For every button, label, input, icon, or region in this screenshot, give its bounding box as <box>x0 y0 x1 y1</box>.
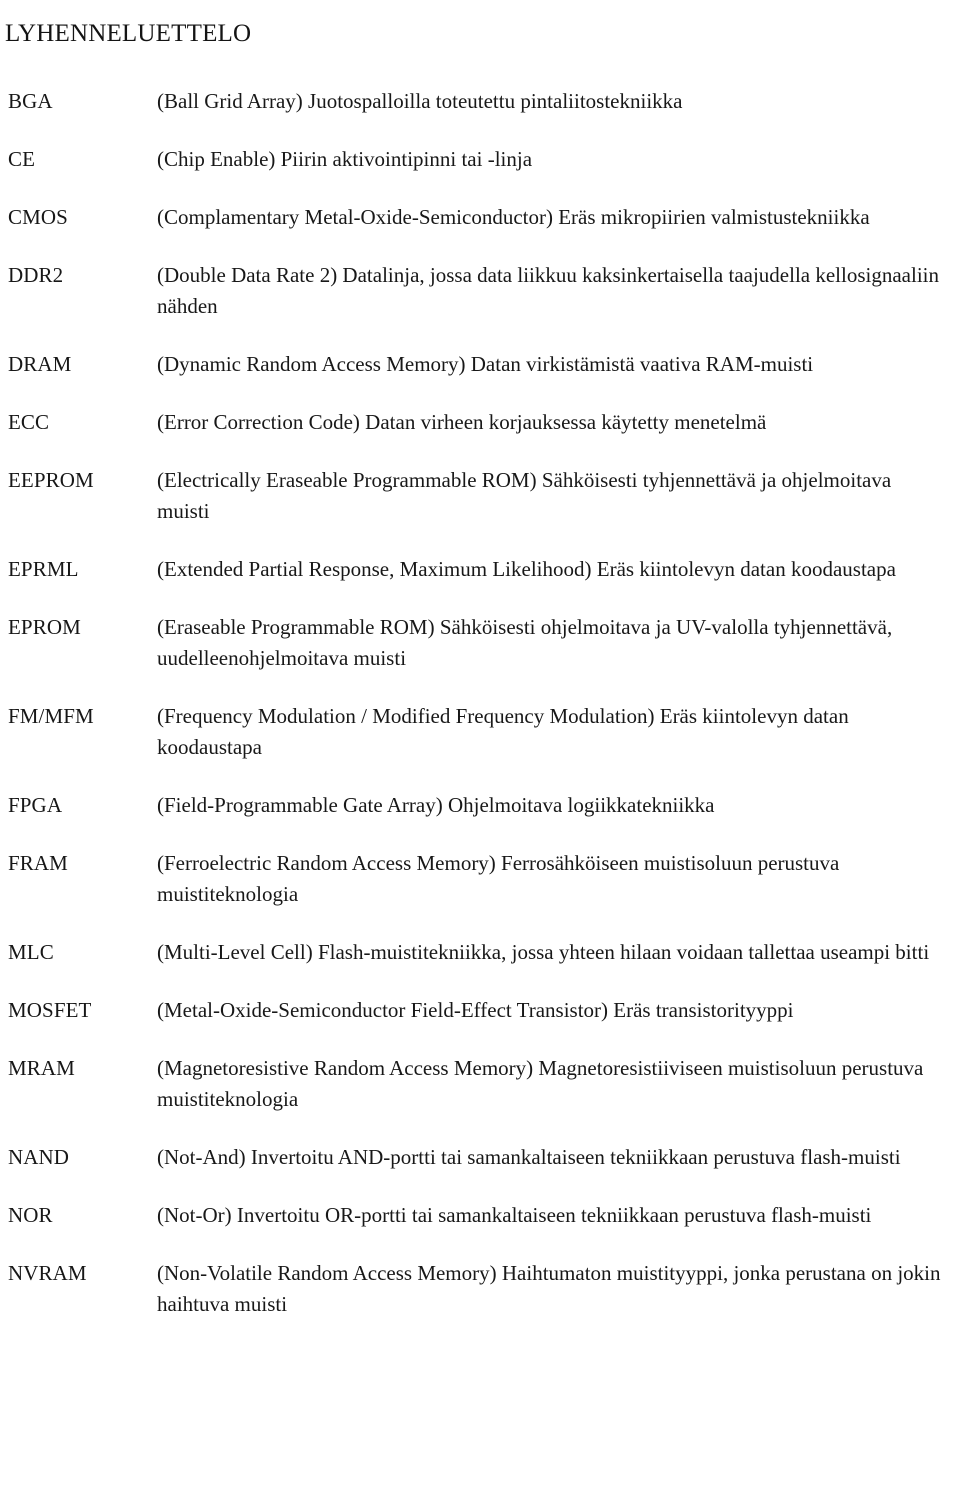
glossary-entry: DRAM (Dynamic Random Access Memory) Datan… <box>0 349 960 380</box>
glossary-definition: (Ball Grid Array) Juotospalloilla toteut… <box>157 89 683 113</box>
glossary-entry: NOR (Not-Or) Invertoitu OR-portti tai sam… <box>0 1200 960 1231</box>
glossary-term: EPROM <box>8 615 81 639</box>
glossary-entry: MOSFET (Metal-Oxide-Semiconductor Field-E… <box>0 995 960 1026</box>
glossary-term: EPRML <box>8 557 79 581</box>
glossary-term: ECC <box>8 410 50 434</box>
glossary-definition: (Not-Or) Invertoitu OR-portti tai samank… <box>157 1203 872 1227</box>
glossary-term: NOR <box>8 1203 53 1227</box>
glossary-entry: MRAM (Magnetoresistive Random Access Memo… <box>0 1053 960 1115</box>
glossary-term: CMOS <box>8 205 68 229</box>
glossary-entry: FRAM (Ferroelectric Random Access Memory)… <box>0 848 960 910</box>
glossary-entry: CE (Chip Enable) Piirin aktivointipinni t… <box>0 144 960 175</box>
glossary-term: FRAM <box>8 851 68 875</box>
glossary-entry: DDR2 (Double Data Rate 2) Datalinja, joss… <box>0 260 960 322</box>
glossary-entry: EPROM (Eraseable Programmable ROM) Sähköi… <box>0 612 960 674</box>
glossary-definition: (Error Correction Code) Datan virheen ko… <box>157 410 767 434</box>
glossary-definition: (Multi-Level Cell) Flash-muistitekniikka… <box>157 940 930 964</box>
glossary-definition: (Eraseable Programmable ROM) Sähköisesti… <box>157 615 893 670</box>
glossary-entry: CMOS (Complamentary Metal-Oxide-Semicondu… <box>0 202 960 233</box>
glossary-definition: (Dynamic Random Access Memory) Datan vir… <box>157 352 814 376</box>
glossary-definition: (Frequency Modulation / Modified Frequen… <box>157 704 849 759</box>
glossary-term: FPGA <box>8 793 63 817</box>
glossary-entry: NVRAM (Non-Volatile Random Access Memory)… <box>0 1258 960 1320</box>
glossary-definition: (Ferroelectric Random Access Memory) Fer… <box>157 851 840 906</box>
glossary-entry: FPGA (Field-Programmable Gate Array) Ohje… <box>0 790 960 821</box>
glossary-term: NAND <box>8 1145 70 1169</box>
glossary-entry: FM/MFM (Frequency Modulation / Modified F… <box>0 701 960 763</box>
glossary-entry: MLC (Multi-Level Cell) Flash-muistiteknii… <box>0 937 960 968</box>
glossary-entry: EPRML (Extended Partial Response, Maximum… <box>0 554 960 585</box>
glossary-definition: (Magnetoresistive Random Access Memory) … <box>157 1056 924 1111</box>
glossary-definition: (Double Data Rate 2) Datalinja, jossa da… <box>157 263 940 318</box>
page-title: LYHENNELUETTELO <box>5 19 252 47</box>
glossary-definition: (Extended Partial Response, Maximum Like… <box>157 557 896 581</box>
glossary-term: MLC <box>8 940 54 964</box>
glossary-entry: NAND (Not-And) Invertoitu AND-portti tai … <box>0 1142 960 1173</box>
glossary-term: DRAM <box>8 352 72 376</box>
glossary-term: MOSFET <box>8 998 92 1022</box>
glossary-term: DDR2 <box>8 263 64 287</box>
glossary-term: CE <box>8 147 36 171</box>
glossary-entry: ECC (Error Correction Code) Datan virheen… <box>0 407 960 438</box>
glossary-term: FM/MFM <box>8 704 94 728</box>
glossary-definition: (Electrically Eraseable Programmable ROM… <box>157 468 892 523</box>
glossary-definition: (Non-Volatile Random Access Memory) Haih… <box>157 1261 941 1316</box>
glossary-definition: (Not-And) Invertoitu AND-portti tai sama… <box>157 1145 901 1169</box>
glossary-definition: (Metal-Oxide-Semiconductor Field-Effect … <box>157 998 794 1022</box>
glossary-definition: (Complamentary Metal-Oxide-Semiconductor… <box>157 205 870 229</box>
glossary-entry: BGA (Ball Grid Array) Juotospalloilla tot… <box>0 86 960 117</box>
glossary-term: BGA <box>8 89 53 113</box>
glossary-definition: (Field-Programmable Gate Array) Ohjelmoi… <box>157 793 715 817</box>
glossary-entry: EEPROM (Electrically Eraseable Programmab… <box>0 465 960 527</box>
glossary-term: EEPROM <box>8 468 94 492</box>
glossary-term: MRAM <box>8 1056 75 1080</box>
abbreviation-glossary-list: BGA (Ball Grid Array) Juotospalloilla tot… <box>0 86 960 1320</box>
glossary-term: NVRAM <box>8 1261 87 1285</box>
glossary-definition: (Chip Enable) Piirin aktivointipinni tai… <box>157 147 533 171</box>
document-page: LYHENNELUETTELO BGA (Ball Grid Array) Juo… <box>0 0 960 1498</box>
